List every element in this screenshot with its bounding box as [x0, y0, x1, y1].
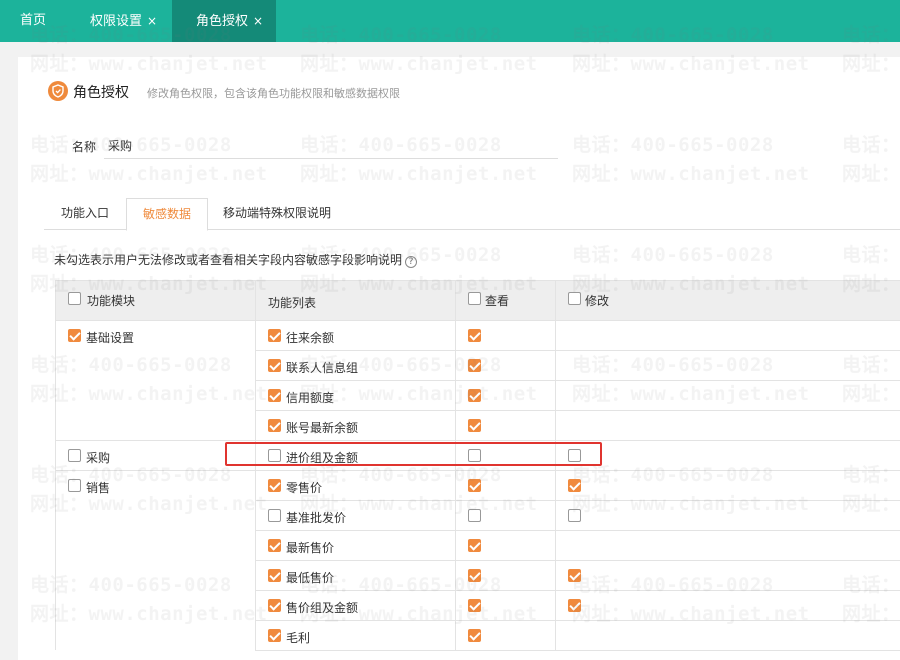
field-checkbox[interactable] — [268, 359, 281, 372]
field-label: 基准批发价 — [286, 511, 347, 525]
group-divider — [56, 440, 256, 441]
module-label: 采购 — [86, 451, 111, 465]
view-checkbox[interactable] — [468, 599, 481, 612]
hint-label: 未勾选表示用户无法修改或者查看相关字段内容敏感字段影响说明 — [54, 253, 403, 267]
row-divider — [256, 500, 900, 501]
field-checkbox[interactable] — [268, 569, 281, 582]
subtab-mobile-permissions[interactable]: 移动端特殊权限说明 — [214, 198, 340, 230]
edit-checkbox[interactable] — [568, 509, 581, 522]
field-checkbox[interactable] — [268, 389, 281, 402]
edit-checkbox[interactable] — [568, 599, 581, 612]
module-checkbox[interactable] — [68, 479, 81, 492]
subtab-label: 移动端特殊权限说明 — [222, 206, 331, 220]
header-module: 功能模块 — [56, 281, 255, 321]
module-label: 基础设置 — [86, 331, 135, 345]
field-label: 零售价 — [286, 481, 323, 495]
subtab-label: 敏感数据 — [142, 207, 191, 221]
close-icon[interactable]: × — [253, 14, 263, 28]
field-label: 最新售价 — [286, 541, 335, 555]
header-edit-label: 修改 — [585, 294, 610, 308]
help-icon[interactable]: ? — [405, 256, 418, 268]
subtab-function-entry[interactable]: 功能入口 — [44, 198, 126, 230]
field-label: 最低售价 — [286, 571, 335, 585]
view-checkbox[interactable] — [468, 539, 481, 552]
header-fields-label: 功能列表 — [268, 296, 317, 310]
field-label: 信用额度 — [286, 391, 335, 405]
field-checkbox[interactable] — [268, 329, 281, 342]
tab-role-authorization[interactable]: 角色授权 × — [172, 0, 276, 42]
field-label: 账号最新余额 — [286, 421, 359, 435]
row-divider — [256, 470, 900, 471]
view-checkbox[interactable] — [468, 479, 481, 492]
edit-all-checkbox[interactable] — [568, 292, 581, 305]
edit-checkbox[interactable] — [568, 479, 581, 492]
row-divider — [256, 650, 900, 651]
subtab-sensitive-data[interactable]: 敏感数据 — [126, 198, 208, 231]
name-input[interactable] — [104, 133, 558, 159]
view-checkbox[interactable] — [468, 329, 481, 342]
close-icon[interactable]: × — [147, 14, 157, 28]
shield-icon — [48, 81, 68, 101]
field-label: 往来余额 — [286, 331, 335, 345]
field-checkbox[interactable] — [268, 419, 281, 432]
column-divider — [255, 281, 256, 651]
subtab-label: 功能入口 — [60, 206, 109, 220]
row-divider — [256, 380, 900, 381]
tab-label: 权限设置 — [90, 14, 143, 29]
header-edit: 修改 — [556, 281, 900, 321]
group-divider — [56, 470, 256, 471]
header-fields: 功能列表 — [256, 281, 455, 321]
view-all-checkbox[interactable] — [468, 292, 481, 305]
row-divider — [256, 440, 900, 441]
tab-label: 角色授权 — [196, 14, 249, 29]
field-checkbox[interactable] — [268, 599, 281, 612]
table-header: 功能模块 功能列表 查看 修改 — [56, 281, 900, 321]
view-checkbox[interactable] — [468, 419, 481, 432]
field-label: 联系人信息组 — [286, 361, 359, 375]
field-checkbox[interactable] — [268, 479, 281, 492]
header-view-label: 查看 — [485, 294, 510, 308]
view-checkbox[interactable] — [468, 389, 481, 402]
field-checkbox[interactable] — [268, 539, 281, 552]
view-checkbox[interactable] — [468, 629, 481, 642]
module-checkbox[interactable] — [68, 329, 81, 342]
subtab-bar: 功能入口 敏感数据 移动端特殊权限说明 — [44, 198, 900, 231]
view-checkbox[interactable] — [468, 509, 481, 522]
column-divider — [455, 281, 456, 651]
page-title: 角色授权 — [73, 85, 129, 101]
view-checkbox[interactable] — [468, 569, 481, 582]
module-label: 销售 — [86, 481, 111, 495]
row-divider — [256, 410, 900, 411]
row-divider — [256, 560, 900, 561]
page-subtitle: 修改角色权限，包含该角色功能权限和敏感数据权限 — [147, 87, 400, 100]
row-divider — [256, 590, 900, 591]
tab-label: 首页 — [20, 13, 47, 28]
hint-text: 未勾选表示用户无法修改或者查看相关字段内容敏感字段影响说明? — [54, 251, 418, 268]
column-divider — [555, 281, 556, 651]
field-label: 毛利 — [286, 631, 311, 645]
row-divider — [256, 530, 900, 531]
tab-permission-settings[interactable]: 权限设置 × — [74, 0, 173, 42]
row-divider — [256, 620, 900, 621]
header-view: 查看 — [456, 281, 555, 321]
row-divider — [256, 350, 900, 351]
module-checkbox[interactable] — [68, 449, 81, 462]
edit-checkbox[interactable] — [568, 569, 581, 582]
header-module-label: 功能模块 — [87, 294, 136, 308]
top-tab-bar: 首页 权限设置 × 角色授权 × — [0, 0, 900, 42]
highlight-box — [225, 442, 602, 466]
field-label: 售价组及金额 — [286, 601, 359, 615]
field-checkbox[interactable] — [268, 509, 281, 522]
field-checkbox[interactable] — [268, 629, 281, 642]
name-label: 名称 — [72, 140, 97, 154]
view-checkbox[interactable] — [468, 359, 481, 372]
select-all-checkbox[interactable] — [68, 292, 81, 305]
tab-home[interactable]: 首页 — [4, 0, 62, 42]
